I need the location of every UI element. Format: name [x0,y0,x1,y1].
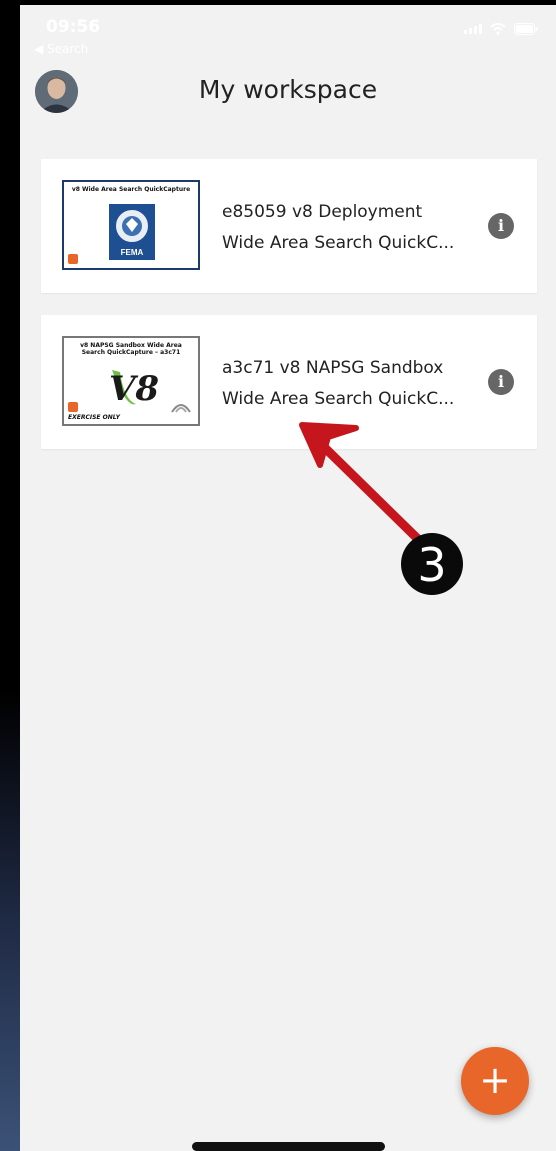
home-indicator [192,1142,385,1151]
add-project-button[interactable]: + [461,1047,529,1115]
annotation-arrow [299,422,429,550]
background-edge [0,0,20,1151]
app-screen: 09:56 ◀ Search My workspace v8 Wide Area… [20,5,556,1151]
annotation-number-badge: 3 [401,533,463,595]
